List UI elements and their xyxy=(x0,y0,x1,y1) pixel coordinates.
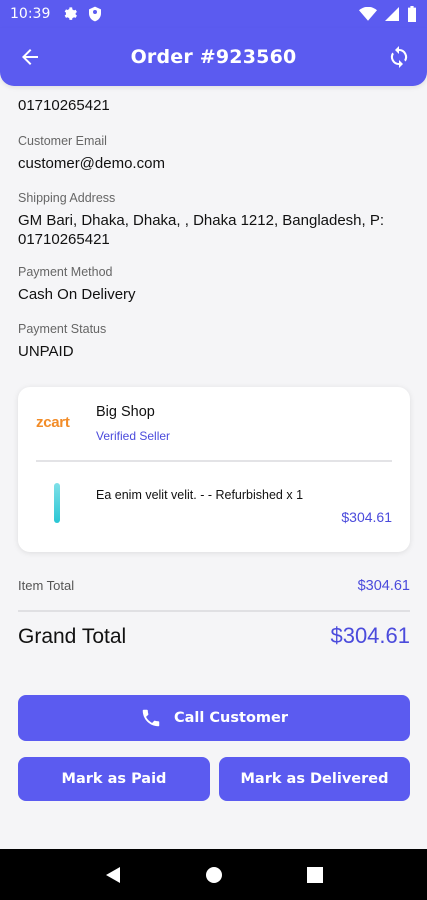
settings-icon xyxy=(65,7,78,20)
payment-method-field: Payment Method Cash On Delivery xyxy=(18,265,136,304)
product-name[interactable]: Ea enim velit velit. - - Refurbished x 1 xyxy=(96,488,303,502)
field-value: 01710265421 xyxy=(18,97,110,114)
status-bar: 10:39 xyxy=(0,0,427,28)
shield-icon xyxy=(89,6,102,22)
recents-icon[interactable] xyxy=(307,866,324,883)
home-icon[interactable] xyxy=(205,866,223,884)
customer-phone-field: Customer Phone 01710265421 xyxy=(18,82,112,115)
phone-icon xyxy=(142,709,160,727)
seller-name[interactable]: Big Shop xyxy=(96,404,155,420)
field-label: Shipping Address xyxy=(18,191,116,205)
app-bar: Order #923560 xyxy=(0,28,427,86)
product-price: $304.61 xyxy=(341,509,392,525)
field-value: Cash On Delivery xyxy=(18,286,136,303)
back-arrow-icon[interactable] xyxy=(18,45,42,69)
mark-as-delivered-label: Mark as Delivered xyxy=(240,771,389,787)
field-value: UNPAID xyxy=(18,343,74,360)
field-label: Payment Status xyxy=(18,322,107,336)
item-total-value: $304.61 xyxy=(357,578,410,594)
shipping-address-field: Shipping Address GM Bari, Dhaka, Dhaka, … xyxy=(18,191,398,249)
field-value: GM Bari, Dhaka, Dhaka, , Dhaka 1212, Ban… xyxy=(18,212,385,248)
product-image[interactable] xyxy=(54,483,60,523)
back-icon[interactable] xyxy=(104,866,122,884)
item-total-label: Item Total xyxy=(18,578,75,593)
mark-as-paid-button[interactable]: Mark as Paid xyxy=(18,757,210,801)
grand-total-row: Grand Total $304.61 xyxy=(18,623,410,649)
field-value: customer@demo.com xyxy=(18,155,165,172)
item-total-row: Item Total $304.61 xyxy=(18,578,410,594)
divider xyxy=(18,610,410,612)
grand-total-label: Grand Total xyxy=(18,625,127,648)
call-customer-button[interactable]: Call Customer xyxy=(18,695,410,741)
signal-icon xyxy=(385,7,399,21)
field-label: Payment Method xyxy=(18,265,113,279)
battery-icon xyxy=(408,6,416,22)
seller-logo: zcart xyxy=(36,414,70,431)
page-title: Order #923560 xyxy=(130,46,297,68)
payment-status-field: Payment Status UNPAID xyxy=(18,322,106,361)
verified-seller-badge: Verified Seller xyxy=(96,429,171,443)
order-item-card: zcart Big Shop Verified Seller Ea enim v… xyxy=(18,387,410,552)
mark-as-paid-label: Mark as Paid xyxy=(61,771,167,787)
call-customer-label: Call Customer xyxy=(174,710,288,726)
sync-icon[interactable] xyxy=(387,45,411,69)
wifi-icon xyxy=(359,7,377,21)
mark-as-delivered-button[interactable]: Mark as Delivered xyxy=(219,757,410,801)
status-time: 10:39 xyxy=(10,6,51,22)
customer-email-field: Customer Email customer@demo.com xyxy=(18,134,165,173)
field-label: Customer Email xyxy=(18,134,107,148)
divider xyxy=(36,460,392,462)
system-nav-bar xyxy=(0,849,427,900)
grand-total-value: $304.61 xyxy=(330,623,410,648)
